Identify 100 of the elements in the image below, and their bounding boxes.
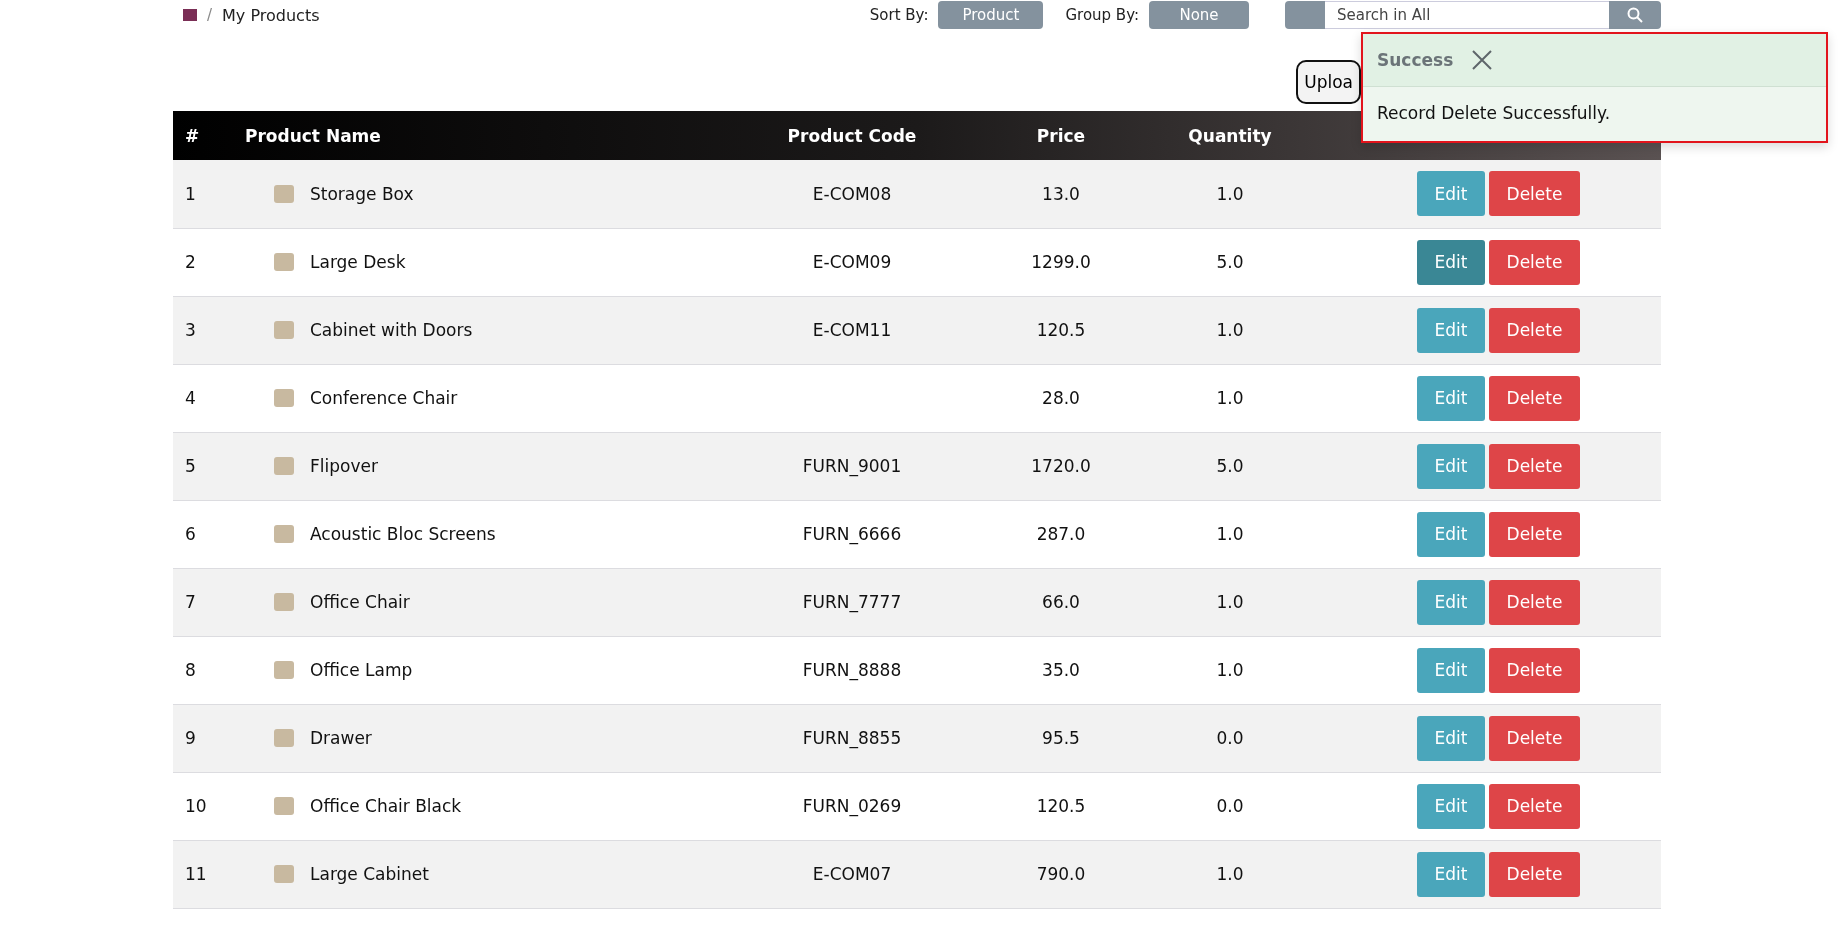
- photo-placeholder: [274, 321, 294, 339]
- price: 120.5: [939, 296, 1183, 364]
- product-code: FURN_8888: [765, 636, 939, 704]
- row-number: 8: [173, 636, 245, 704]
- toast-title: Success: [1377, 50, 1454, 70]
- sort-label: Sort By:: [869, 6, 929, 24]
- delete-button[interactable]: Delete: [1489, 715, 1580, 761]
- photo-placeholder: [274, 797, 294, 815]
- upload-button[interactable]: Uploa: [1296, 60, 1361, 104]
- search-icon: [1627, 7, 1643, 23]
- photo-placeholder: [274, 729, 294, 747]
- quantity: 1.0: [1183, 636, 1277, 704]
- delete-button[interactable]: Delete: [1489, 511, 1580, 557]
- sort-dropdown[interactable]: Product: [938, 1, 1044, 29]
- edit-button[interactable]: Edit: [1417, 443, 1485, 489]
- product-code: E-COM09: [765, 228, 939, 296]
- product-code: FURN_8855: [765, 704, 939, 772]
- delete-button[interactable]: Delete: [1489, 239, 1580, 285]
- edit-button[interactable]: Edit: [1417, 171, 1485, 217]
- price: 287.0: [939, 500, 1183, 568]
- row-number: 9: [173, 704, 245, 772]
- row-number: 7: [173, 568, 245, 636]
- delete-button[interactable]: Delete: [1489, 375, 1580, 421]
- quantity: 5.0: [1183, 432, 1277, 500]
- row-number: 11: [173, 840, 245, 908]
- quantity: 1.0: [1183, 364, 1277, 432]
- delete-button[interactable]: Delete: [1489, 579, 1580, 625]
- photo-placeholder: [274, 525, 294, 543]
- photo-placeholder: [274, 457, 294, 475]
- row-number: 4: [173, 364, 245, 432]
- edit-button[interactable]: Edit: [1417, 851, 1485, 897]
- breadcrumb-separator: /: [207, 6, 213, 24]
- group-label: Group By:: [1065, 6, 1139, 24]
- group-dropdown[interactable]: None: [1149, 1, 1249, 29]
- product-name: Flipover: [310, 456, 378, 476]
- product-code: FURN_6666: [765, 500, 939, 568]
- column-header: #: [173, 111, 245, 160]
- row-number: 10: [173, 772, 245, 840]
- edit-button[interactable]: Edit: [1417, 783, 1485, 829]
- column-header: Quantity: [1183, 111, 1277, 160]
- product-code: FURN_0269: [765, 772, 939, 840]
- product-name: Drawer: [310, 728, 372, 748]
- price: 35.0: [939, 636, 1183, 704]
- quantity: 1.0: [1183, 568, 1277, 636]
- row-number: 2: [173, 228, 245, 296]
- price: 790.0: [939, 840, 1183, 908]
- product-name: Large Cabinet: [310, 864, 429, 884]
- price: 28.0: [939, 364, 1183, 432]
- product-code: FURN_7777: [765, 568, 939, 636]
- product-name: Office Chair Black: [310, 796, 462, 816]
- photo-placeholder: [274, 253, 294, 271]
- delete-button[interactable]: Delete: [1489, 171, 1580, 217]
- price: 1720.0: [939, 432, 1183, 500]
- column-header: Product Code: [765, 111, 939, 160]
- product-code: FURN_9001: [765, 432, 939, 500]
- price: 1299.0: [939, 228, 1183, 296]
- delete-button[interactable]: Delete: [1489, 851, 1580, 897]
- edit-button[interactable]: Edit: [1417, 375, 1485, 421]
- search-field[interactable]: Search in All: [1325, 1, 1609, 29]
- delete-button[interactable]: Delete: [1489, 783, 1580, 829]
- product-name: Large Desk: [310, 252, 406, 272]
- close-button[interactable]: [1471, 49, 1494, 71]
- quantity: 1.0: [1183, 160, 1277, 228]
- edit-button[interactable]: Edit: [1417, 511, 1485, 557]
- photo-placeholder: [274, 661, 294, 679]
- price: 95.5: [939, 704, 1183, 772]
- quantity: 0.0: [1183, 772, 1277, 840]
- column-header: Price: [939, 111, 1183, 160]
- search-button[interactable]: [1609, 1, 1661, 29]
- edit-button[interactable]: Edit: [1417, 715, 1485, 761]
- quantity: 5.0: [1183, 228, 1277, 296]
- photo-placeholder: [274, 593, 294, 611]
- price: 120.5: [939, 772, 1183, 840]
- edit-button[interactable]: Edit: [1417, 239, 1485, 285]
- edit-button[interactable]: Edit: [1417, 579, 1485, 625]
- product-code: E-COM11: [765, 296, 939, 364]
- delete-button[interactable]: Delete: [1489, 647, 1580, 693]
- product-name: Office Chair: [310, 592, 410, 612]
- quantity: 0.0: [1183, 704, 1277, 772]
- product-code: E-COM07: [765, 840, 939, 908]
- product-name: Acoustic Bloc Screens: [310, 524, 496, 544]
- row-number: 3: [173, 296, 245, 364]
- delete-button[interactable]: Delete: [1489, 307, 1580, 353]
- product-name: Cabinet with Doors: [310, 320, 473, 340]
- price: 66.0: [939, 568, 1183, 636]
- product-name: Office Lamp: [310, 660, 413, 680]
- quantity: 1.0: [1183, 296, 1277, 364]
- quantity: 1.0: [1183, 840, 1277, 908]
- delete-button[interactable]: Delete: [1489, 443, 1580, 489]
- edit-button[interactable]: Edit: [1417, 307, 1485, 353]
- row-number: 5: [173, 432, 245, 500]
- photo-placeholder: [274, 389, 294, 407]
- quantity: 1.0: [1183, 500, 1277, 568]
- column-header: Product Name: [245, 111, 765, 160]
- row-number: 6: [173, 500, 245, 568]
- breadcrumb-current: My Products: [222, 5, 320, 25]
- price: 13.0: [939, 160, 1183, 228]
- product-name: Storage Box: [310, 183, 414, 204]
- edit-button[interactable]: Edit: [1417, 647, 1485, 693]
- row-number: 1: [173, 160, 245, 228]
